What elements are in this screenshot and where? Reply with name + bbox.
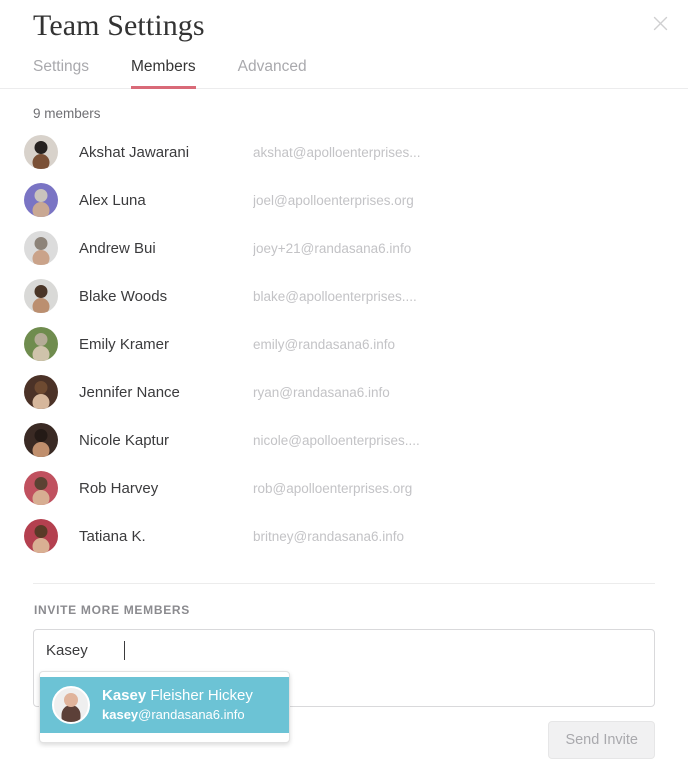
tab-advanced[interactable]: Advanced (238, 58, 307, 88)
members-count: 9 members (33, 106, 101, 121)
autocomplete-item[interactable]: Kasey Fleisher Hickey kasey@randasana6.i… (40, 677, 289, 733)
invite-input-box[interactable]: Kasey Fleisher Hickey kasey@randasana6.i… (33, 629, 655, 743)
member-row[interactable]: Andrew Bui joey+21@randasana6.info (0, 224, 688, 272)
avatar (24, 423, 58, 457)
member-email: akshat@apolloenterprises... (253, 144, 421, 160)
autocomplete-item-email: kasey@randasana6.info (102, 707, 253, 723)
avatar (24, 471, 58, 505)
member-name: Akshat Jawarani (79, 143, 190, 161)
autocomplete-email-rest: @randasana6.info (138, 706, 245, 722)
member-row[interactable]: Tatiana K. britney@randasana6.info (0, 512, 688, 560)
invite-section-label: INVITE MORE MEMBERS (34, 603, 190, 617)
team-settings-modal: Team Settings Settings Members Advanced … (0, 0, 688, 774)
member-email: joey+21@randasana6.info (253, 240, 412, 256)
autocomplete-dropdown[interactable]: Kasey Fleisher Hickey kasey@randasana6.i… (39, 671, 290, 743)
member-email: britney@randasana6.info (253, 528, 405, 544)
tab-settings[interactable]: Settings (33, 58, 89, 88)
member-name: Jennifer Nance (79, 383, 180, 401)
member-email: ryan@randasana6.info (253, 384, 390, 400)
autocomplete-item-name: Kasey Fleisher Hickey (102, 687, 253, 706)
member-name: Alex Luna (79, 191, 146, 209)
send-invite-button[interactable]: Send Invite (548, 721, 655, 759)
member-email: joel@apolloenterprises.org (253, 192, 414, 208)
page-title: Team Settings (33, 9, 205, 42)
member-row[interactable]: Akshat Jawarani akshat@apolloenterprises.… (0, 128, 688, 176)
avatar (24, 135, 58, 169)
avatar (24, 183, 58, 217)
member-name: Andrew Bui (79, 239, 156, 257)
member-name: Emily Kramer (79, 335, 170, 353)
autocomplete-name-rest: Fleisher Hickey (146, 687, 253, 704)
member-row[interactable]: Emily Kramer emily@randasana6.info (0, 320, 688, 368)
member-name: Rob Harvey (79, 479, 159, 497)
tab-members[interactable]: Members (131, 58, 196, 89)
avatar (24, 279, 58, 313)
invite-input[interactable] (46, 641, 306, 661)
member-email: blake@apolloenterprises.... (253, 288, 417, 304)
tab-bar: Settings Members Advanced (33, 58, 307, 89)
avatar (52, 686, 90, 724)
autocomplete-item-text: Kasey Fleisher Hickey kasey@randasana6.i… (102, 687, 253, 723)
member-email: rob@apolloenterprises.org (253, 480, 413, 496)
autocomplete-email-match: kasey (102, 706, 139, 722)
avatar (24, 231, 58, 265)
invite-section: INVITE MORE MEMBERS Kasey Fleisher Hicke… (33, 583, 655, 743)
text-caret (124, 641, 125, 660)
member-name: Blake Woods (79, 287, 168, 305)
member-row[interactable]: Blake Woods blake@apolloenterprises.... (0, 272, 688, 320)
member-name: Tatiana K. (79, 527, 146, 545)
avatar (24, 375, 58, 409)
modal-body: 9 members Akshat Jawarani akshat@apolloen… (0, 89, 688, 774)
member-row[interactable]: Nicole Kaptur nicole@apolloenterprises...… (0, 416, 688, 464)
avatar (24, 327, 58, 361)
close-icon[interactable] (647, 10, 673, 36)
avatar (24, 519, 58, 553)
modal-header: Team Settings Settings Members Advanced (0, 0, 688, 89)
member-row[interactable]: Rob Harvey rob@apolloenterprises.org (0, 464, 688, 512)
members-list[interactable]: Akshat Jawarani akshat@apolloenterprises.… (0, 128, 688, 583)
member-row[interactable]: Alex Luna joel@apolloenterprises.org (0, 176, 688, 224)
member-email: emily@randasana6.info (253, 336, 396, 352)
member-name: Nicole Kaptur (79, 431, 170, 449)
autocomplete-name-match: Kasey (102, 687, 147, 704)
member-email: nicole@apolloenterprises.... (253, 432, 420, 448)
member-row[interactable]: Jennifer Nance ryan@randasana6.info (0, 368, 688, 416)
